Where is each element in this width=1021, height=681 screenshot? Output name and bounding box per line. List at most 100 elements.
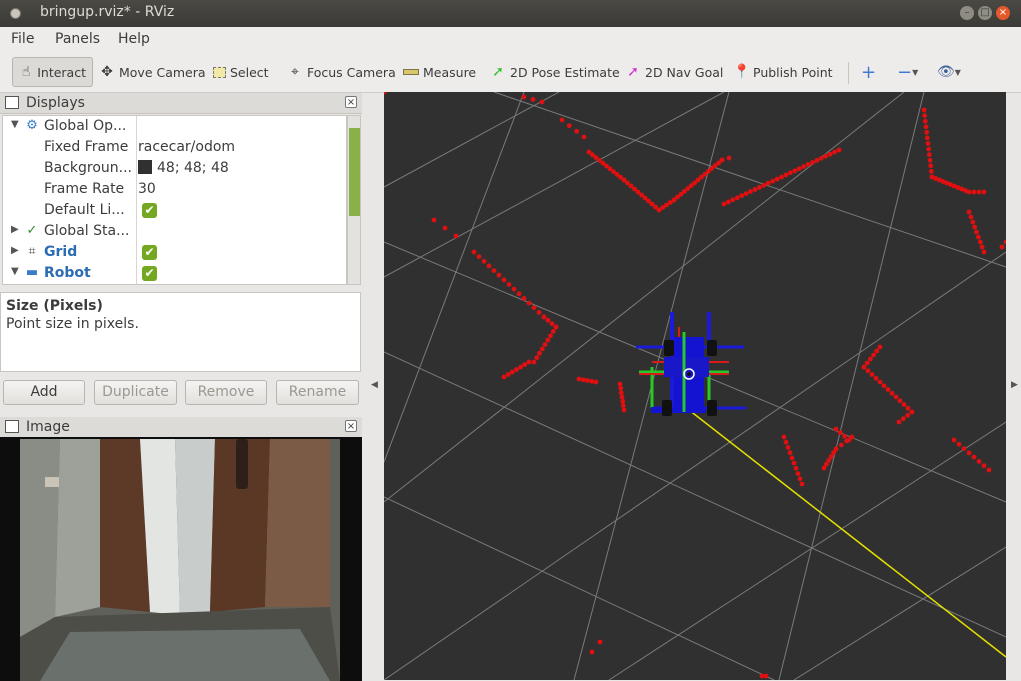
tree-row-robot[interactable]: ▼ ▬ Robot ✔ bbox=[3, 263, 346, 284]
interact-tool-button[interactable]: ☝ Interact bbox=[12, 57, 93, 87]
tree-label: Global Sta... bbox=[44, 223, 130, 239]
maximize-button[interactable]: □ bbox=[978, 6, 992, 20]
minimize-button[interactable]: – bbox=[960, 6, 974, 20]
displays-title: Displays bbox=[26, 95, 85, 111]
window-title: bringup.rviz* - RViz bbox=[40, 4, 175, 20]
camera-image bbox=[0, 437, 362, 681]
ruler-icon bbox=[403, 69, 419, 75]
expanded-arrow-icon[interactable]: ▼ bbox=[11, 266, 19, 277]
green-arrow-icon: ➚ bbox=[492, 64, 504, 80]
tree-label: Robot bbox=[44, 265, 91, 281]
crosshair-icon: ⌖ bbox=[291, 64, 299, 80]
displays-tree: ▼ ⚙ Global Op... Fixed Frame racecar/odo… bbox=[2, 115, 347, 285]
checkbox[interactable]: ✔ bbox=[142, 266, 157, 281]
tree-value[interactable]: racecar/odom bbox=[138, 139, 235, 155]
remove-tool-button[interactable]: − ▼ bbox=[897, 57, 918, 87]
add-display-button[interactable]: Add bbox=[3, 380, 85, 405]
measure-label: Measure bbox=[423, 64, 477, 80]
title-bar: bringup.rviz* - RViz – □ × bbox=[0, 0, 1021, 27]
displays-panel-header: Displays × bbox=[0, 93, 362, 114]
expanded-arrow-icon[interactable]: ▼ bbox=[11, 119, 19, 130]
image-panel-header: Image × bbox=[0, 417, 362, 438]
collapse-right-arrow-icon[interactable]: ▶ bbox=[1011, 380, 1018, 390]
menu-bar: File Panels Help bbox=[0, 27, 1021, 52]
tree-row-global-options[interactable]: ▼ ⚙ Global Op... bbox=[3, 116, 346, 137]
map-pin-icon: 📍 bbox=[733, 64, 751, 80]
image-title: Image bbox=[26, 419, 70, 435]
tree-label: Grid bbox=[44, 244, 78, 260]
focus-camera-tool-button[interactable]: ⌖ Focus Camera bbox=[287, 57, 396, 87]
close-displays-panel-button[interactable]: × bbox=[345, 96, 357, 108]
measure-tool-button[interactable]: Measure bbox=[403, 57, 476, 87]
image-icon bbox=[5, 420, 19, 433]
move-camera-icon: ✥ bbox=[101, 64, 113, 80]
window-menu-icon[interactable] bbox=[10, 8, 21, 19]
tree-row-frame-rate[interactable]: Frame Rate 30 bbox=[3, 179, 346, 200]
displays-scrollbar[interactable] bbox=[347, 115, 361, 285]
tree-label: Global Op... bbox=[44, 118, 127, 134]
select-label: Select bbox=[230, 64, 269, 80]
collapsed-arrow-icon[interactable]: ▶ bbox=[11, 245, 19, 256]
gear-icon: ⚙ bbox=[26, 118, 38, 133]
checkbox[interactable]: ✔ bbox=[142, 245, 157, 260]
publish-point-label: Publish Point bbox=[753, 64, 833, 80]
close-window-button[interactable]: × bbox=[996, 6, 1010, 20]
interact-label: Interact bbox=[37, 64, 86, 80]
menu-file[interactable]: File bbox=[11, 31, 34, 47]
rename-display-button[interactable]: Rename bbox=[276, 380, 359, 405]
description-text: Point size in pixels. bbox=[6, 316, 139, 332]
monitor-icon bbox=[5, 96, 19, 109]
description-title: Size (Pixels) bbox=[6, 298, 103, 314]
tree-label: Fixed Frame bbox=[44, 139, 129, 155]
3d-viewport[interactable] bbox=[384, 92, 1006, 680]
collapsed-arrow-icon[interactable]: ▶ bbox=[11, 224, 19, 235]
magenta-arrow-icon: ➚ bbox=[627, 64, 639, 80]
pose-estimate-tool-button[interactable]: ➚ 2D Pose Estimate bbox=[490, 57, 620, 87]
tree-value[interactable]: 48; 48; 48 bbox=[138, 160, 229, 176]
chevron-down-icon: ▼ bbox=[954, 67, 961, 77]
tree-label: Frame Rate bbox=[44, 181, 125, 197]
toolbar-separator bbox=[848, 62, 849, 84]
visibility-tool-button[interactable]: 👁 ▼ bbox=[937, 57, 961, 87]
tree-row-global-status[interactable]: ▶ ✓ Global Sta... bbox=[3, 221, 346, 242]
tree-row-grid[interactable]: ▶ ⌗ Grid ✔ bbox=[3, 242, 346, 263]
minus-icon: − bbox=[897, 61, 913, 83]
scrollbar-thumb[interactable] bbox=[349, 128, 360, 216]
nav-goal-tool-button[interactable]: ➚ 2D Nav Goal bbox=[625, 57, 723, 87]
focus-camera-label: Focus Camera bbox=[307, 64, 396, 80]
hand-pointer-icon: ☝ bbox=[21, 64, 31, 80]
planned-path bbox=[688, 409, 1006, 658]
move-camera-tool-button[interactable]: ✥ Move Camera bbox=[99, 57, 206, 87]
toolbar: ☝ Interact ✥ Move Camera Select ⌖ Focus … bbox=[0, 52, 1021, 93]
tree-row-background-color[interactable]: Backgroun... 48; 48; 48 bbox=[3, 158, 346, 179]
add-tool-button[interactable]: + bbox=[861, 57, 876, 87]
property-description: Size (Pixels) Point size in pixels. bbox=[0, 292, 361, 372]
move-camera-label: Move Camera bbox=[119, 64, 206, 80]
camera-feed bbox=[0, 437, 362, 681]
color-swatch[interactable] bbox=[138, 160, 152, 174]
tree-value[interactable]: 30 bbox=[138, 181, 156, 197]
tree-label: Default Li... bbox=[44, 202, 125, 218]
plus-icon: + bbox=[861, 61, 877, 83]
remove-display-button[interactable]: Remove bbox=[185, 380, 267, 405]
render-view[interactable] bbox=[384, 92, 1006, 680]
eye-icon: 👁 bbox=[937, 64, 955, 80]
checkmark-icon: ✓ bbox=[26, 223, 38, 238]
close-image-panel-button[interactable]: × bbox=[345, 420, 357, 432]
select-rectangle-icon bbox=[213, 66, 226, 78]
select-tool-button[interactable]: Select bbox=[213, 57, 269, 87]
duplicate-display-button[interactable]: Duplicate bbox=[94, 380, 177, 405]
tree-row-default-light[interactable]: Default Li... ✔ bbox=[3, 200, 346, 221]
collapse-left-arrow-icon[interactable]: ◀ bbox=[371, 380, 378, 390]
chevron-down-icon: ▼ bbox=[912, 67, 919, 77]
checkbox[interactable]: ✔ bbox=[142, 203, 157, 218]
robot-model bbox=[636, 312, 746, 416]
tree-label: Backgroun... bbox=[44, 160, 132, 176]
color-value: 48; 48; 48 bbox=[157, 160, 229, 176]
menu-panels[interactable]: Panels bbox=[55, 31, 100, 47]
nav-goal-label: 2D Nav Goal bbox=[645, 64, 724, 80]
menu-help[interactable]: Help bbox=[118, 31, 150, 47]
publish-point-tool-button[interactable]: 📍 Publish Point bbox=[733, 57, 833, 87]
pose-estimate-label: 2D Pose Estimate bbox=[510, 64, 620, 80]
tree-row-fixed-frame[interactable]: Fixed Frame racecar/odom bbox=[3, 137, 346, 158]
